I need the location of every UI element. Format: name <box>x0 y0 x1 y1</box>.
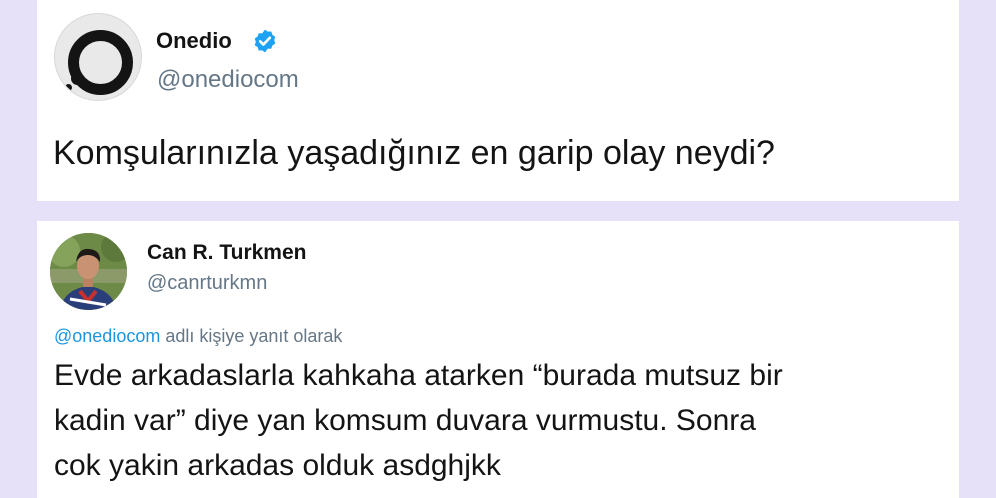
reply-context: @onediocom adlı kişiye yanıt olarak <box>54 326 342 347</box>
mention-link[interactable]: @onediocom <box>54 326 160 346</box>
onedio-logo-dot <box>65 84 72 91</box>
reply-author-handle[interactable]: @canrturkmn <box>147 272 267 295</box>
reply-text: Evde arkadaslarla kahkaha atarken “burad… <box>54 353 954 488</box>
reply-context-label: adlı kişiye yanıt olarak <box>160 326 343 346</box>
verified-badge-icon <box>254 29 276 53</box>
reply-tweet-card: Can R. Turkmen @canrturkmn @onediocom ad… <box>37 221 959 498</box>
reply-author-name[interactable]: Can R. Turkmen <box>147 241 306 265</box>
onedio-logo-ring <box>68 30 133 95</box>
profile-photo <box>50 233 127 310</box>
user-avatar[interactable] <box>50 233 127 310</box>
original-tweet-card: Onedio @onediocom Komşularınızla yaşadığ… <box>37 0 959 201</box>
tweet-text: Komşularınızla yaşadığınız en garip olay… <box>53 134 775 172</box>
tweet-author-handle[interactable]: @onediocom <box>157 66 299 94</box>
reply-text-line: kadin var” diye yan komsum duvara vurmus… <box>54 404 756 437</box>
reply-text-line: cok yakin arkadas olduk asdghjkk <box>54 449 501 482</box>
reply-text-line: Evde arkadaslarla kahkaha atarken “burad… <box>54 359 783 392</box>
onedio-logo-dot <box>81 81 90 90</box>
tweet-author-name[interactable]: Onedio <box>156 28 232 54</box>
onedio-avatar[interactable] <box>54 13 142 101</box>
